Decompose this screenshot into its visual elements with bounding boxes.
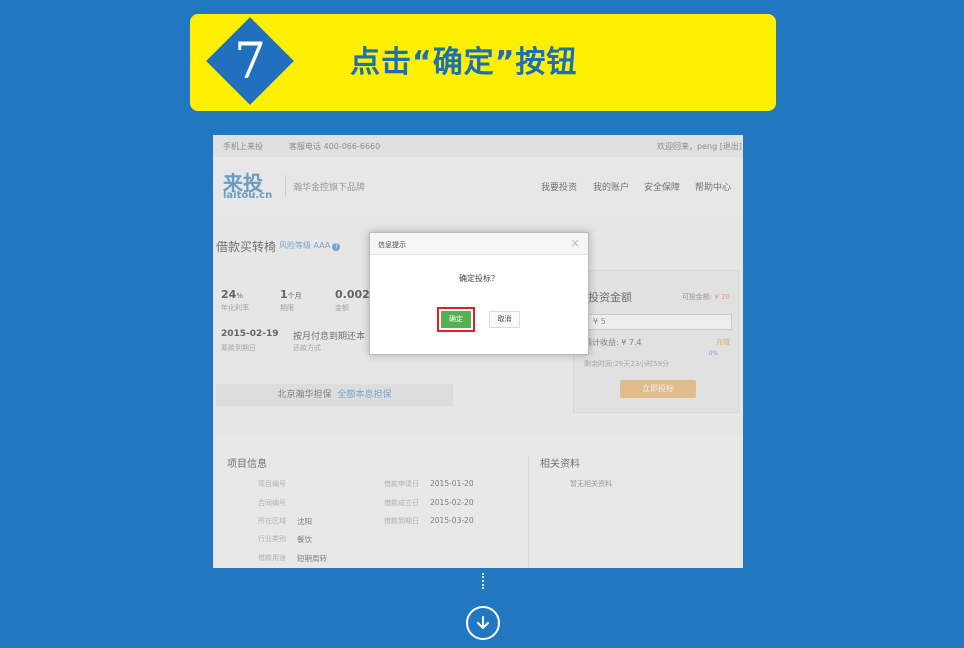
dotted-connector bbox=[482, 573, 484, 589]
close-icon[interactable]: × bbox=[570, 236, 580, 250]
ok-highlight-box: 确定 bbox=[437, 307, 475, 332]
website-screenshot: 手机上来投 客服电话 400-066-6660 欢迎回来，peng [退出] 来… bbox=[213, 135, 743, 568]
dialog-question: 确定投标？ bbox=[459, 274, 499, 283]
ok-button[interactable]: 确定 bbox=[441, 311, 471, 328]
scroll-down-icon[interactable] bbox=[466, 606, 500, 640]
step-number: 7 bbox=[234, 32, 266, 90]
dialog-title: 信息提示 bbox=[378, 241, 406, 249]
confirm-dialog: 信息提示 × 确定投标？ 确定 取消 bbox=[369, 232, 589, 355]
step-title: 点击“确定”按钮 bbox=[350, 45, 578, 80]
cancel-button[interactable]: 取消 bbox=[489, 311, 520, 328]
